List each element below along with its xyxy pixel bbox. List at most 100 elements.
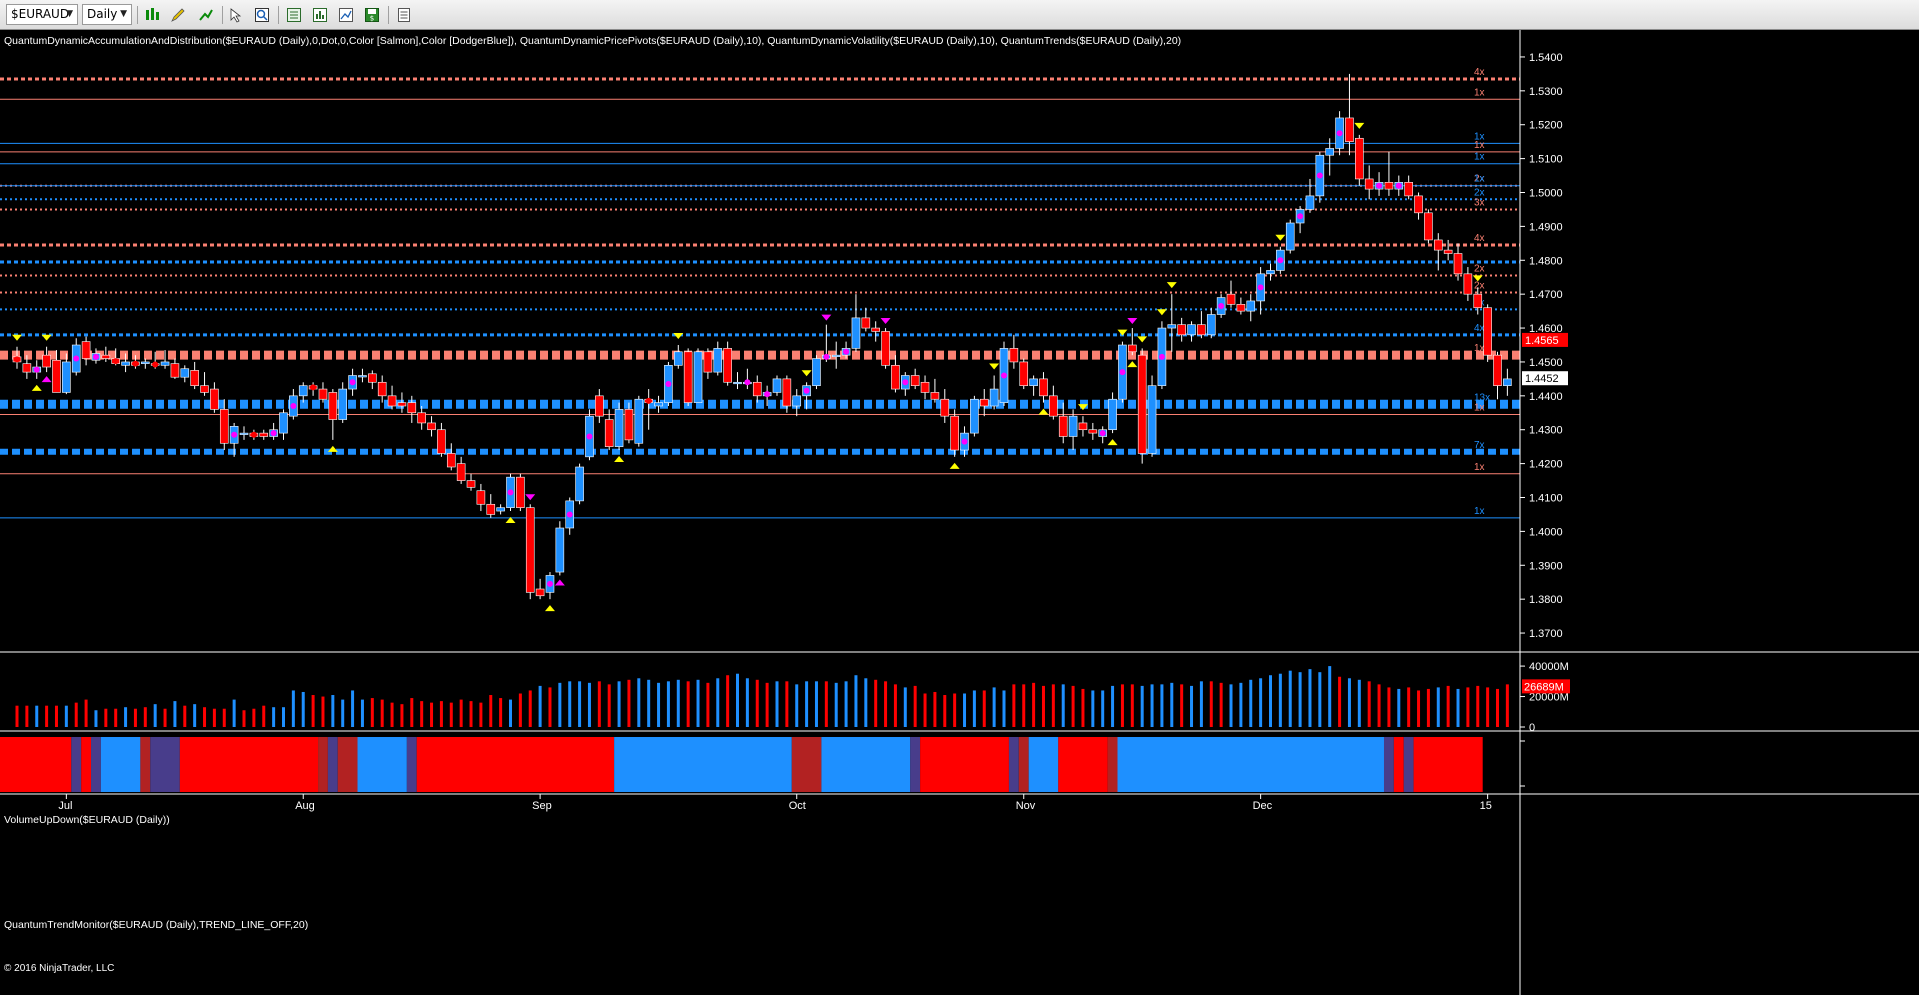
y-tick-label: 1.5400 [1529, 52, 1563, 64]
candle-body [279, 412, 288, 434]
trend-state-block [1107, 737, 1118, 792]
drawing-pencil-icon[interactable] [168, 5, 188, 25]
trend-state-block [416, 737, 615, 792]
candle-body [575, 466, 584, 502]
trend-arrow-down [1166, 282, 1177, 289]
trend-state-block [1008, 737, 1019, 792]
trend-arrow-up [1038, 408, 1049, 415]
candle-body [397, 402, 407, 407]
trend-arrow-up [1107, 439, 1118, 446]
trend-state-block [179, 737, 319, 792]
pivot-level-label: 4x [1474, 233, 1485, 244]
candle-body [377, 381, 387, 397]
acc-dist-dot [685, 374, 692, 381]
trend-state-block [357, 737, 407, 792]
acc-dist-dot [1415, 201, 1422, 208]
trend-arrow-down [801, 370, 812, 377]
acc-dist-dot [823, 353, 830, 360]
acc-dist-dot [1178, 326, 1185, 333]
trend-state-block [1018, 737, 1029, 792]
acc-dist-dot [941, 404, 948, 411]
bar-style-icon[interactable] [142, 5, 162, 25]
chevron-down-icon: ▼ [120, 9, 127, 19]
x-tick-label: Dec [1253, 800, 1273, 812]
trend-arrow-down [41, 334, 52, 341]
trend-state-block [1028, 737, 1059, 792]
acc-dist-dot [1001, 372, 1007, 379]
pivot-level-label: 2x [1474, 280, 1485, 291]
trend-state-block [140, 737, 151, 792]
trend-arrow-up [949, 462, 960, 469]
acc-dist-dot [961, 438, 968, 445]
svg-text:$: $ [370, 15, 374, 23]
acc-dist-dot [270, 430, 277, 437]
acc-dist-dot [290, 403, 297, 409]
candle-body [1009, 348, 1019, 363]
instrument-selector[interactable]: $EURAUD ▼ [6, 4, 78, 25]
toolbar-separator [137, 6, 138, 24]
trend-state-block [1403, 737, 1414, 792]
trend-monitor-panel [0, 737, 1525, 792]
y-tick-label: 1.5000 [1529, 188, 1563, 200]
candle-body [1424, 212, 1433, 241]
candle-body [1345, 117, 1354, 142]
acc-dist-dot [1119, 369, 1126, 376]
pivot-level-label: 1x [1474, 506, 1485, 517]
y-tick-label: 1.4100 [1529, 493, 1563, 505]
y-tick-label: 1.4900 [1529, 221, 1563, 233]
candle-body [239, 432, 249, 435]
trend-state-block [406, 737, 417, 792]
price-axis: 1.5400 1.5300 1.5200 1.5100 1.5000 1.4900 1.48… [0, 30, 1919, 995]
candle-body [1325, 148, 1335, 156]
acc-dist-dot [1455, 260, 1462, 267]
zoom-box-icon[interactable] [252, 5, 272, 25]
y-tick-label: 1.3900 [1529, 560, 1563, 572]
zoom-cursor-icon[interactable] [226, 5, 246, 25]
candle-body [910, 375, 920, 386]
candle-body [318, 388, 328, 400]
acc-dist-dot [1257, 284, 1264, 291]
acc-dist-dot [1297, 213, 1304, 220]
acc-dist-dot [843, 348, 850, 355]
candle-body [792, 395, 802, 407]
chart-image-icon[interactable] [336, 5, 356, 25]
data-box-icon[interactable] [310, 5, 330, 25]
candle-body [1206, 314, 1216, 336]
candle-body [1049, 395, 1058, 417]
y-tick-label: 1.4200 [1529, 459, 1563, 471]
magenta-arrow-down [1127, 318, 1138, 325]
candle-body [654, 402, 663, 407]
acc-dist-dot [1218, 303, 1225, 310]
add-indicator-icon[interactable] [196, 5, 216, 25]
template-icon[interactable] [394, 5, 414, 25]
candle-body [1404, 182, 1413, 197]
y-tick-label: 1.5100 [1529, 154, 1563, 166]
period-selector[interactable]: Daily ▼ [82, 4, 132, 25]
acc-dist-dot [1139, 401, 1146, 408]
acc-dist-dot [665, 380, 672, 387]
acc-dist-dot [724, 362, 731, 369]
candle-body [1246, 300, 1256, 312]
acc-dist-dot [132, 360, 139, 367]
price-chart[interactable]: 4x1x1x1x1x2x1x2x3x4x2x2x5x4x1x13x1x7x1x1… [0, 30, 1919, 995]
trend-state-block [1383, 737, 1394, 792]
candle-body [1128, 344, 1137, 353]
candle-body [970, 398, 979, 434]
acc-dist-dot [14, 356, 20, 363]
candle-body [555, 527, 565, 573]
magenta-arrow-down [880, 318, 891, 325]
acc-dist-dot [53, 373, 60, 380]
properties-icon[interactable] [284, 5, 304, 25]
candle-body [437, 429, 446, 454]
acc-dist-dot [310, 384, 317, 391]
acc-dist-dot [1158, 353, 1165, 360]
candle-body [812, 358, 821, 386]
pivot-level-label: 7x [1474, 440, 1485, 451]
pivot-level-label: 1x [1474, 462, 1485, 473]
save-icon[interactable]: $ [362, 5, 382, 25]
acc-dist-dot [1060, 423, 1067, 430]
acc-dist-dot [487, 506, 494, 513]
trend-state-block [150, 737, 180, 792]
candle-body [1068, 415, 1078, 437]
acc-dist-dot [112, 358, 119, 365]
